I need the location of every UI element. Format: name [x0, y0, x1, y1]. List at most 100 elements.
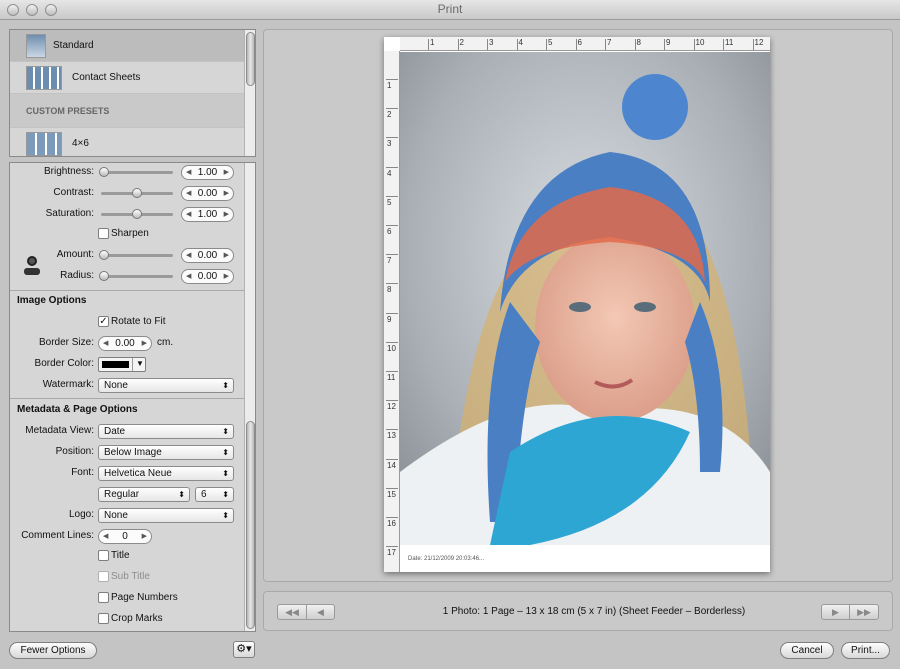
ruler-tick: 9 — [387, 314, 392, 324]
font-label: Font: — [71, 467, 94, 478]
metadata-view-label: Metadata View: — [25, 425, 94, 436]
first-page-button[interactable]: ◀◀ — [277, 604, 307, 620]
saturation-slider[interactable] — [101, 209, 173, 219]
chevron-down-icon: ▼ — [136, 359, 144, 368]
radius-stepper[interactable]: ◀ 0.00 ▶ — [181, 269, 234, 284]
horizontal-ruler: 1 2 3 4 5 6 7 8 9 10 11 12 — [400, 37, 770, 51]
brightness-slider[interactable] — [99, 167, 173, 177]
ruler-tick: 6 — [387, 227, 392, 236]
subtitle-label: Sub Title — [111, 571, 150, 582]
preset-item-standard[interactable]: Standard — [10, 30, 244, 62]
font-style-popup[interactable]: Regular ⬍ — [98, 487, 190, 502]
slider-knob[interactable] — [132, 209, 142, 219]
slider-knob[interactable] — [99, 167, 109, 177]
ruler-tick: 2 — [459, 38, 464, 47]
gear-menu-button[interactable]: ⚙▾ — [233, 641, 255, 658]
ruler-tick: 14 — [387, 460, 396, 470]
ruler-tick: 3 — [387, 139, 392, 149]
border-color-well[interactable]: ▼ — [98, 357, 146, 372]
divider — [10, 398, 244, 399]
updown-arrow-icon: ⬍ — [222, 490, 229, 499]
ruler-tick: 3 — [489, 38, 494, 47]
comment-lines-stepper[interactable]: ◀ 0 ▶ — [98, 529, 152, 544]
title-bar: Print — [0, 0, 900, 20]
next-page-button[interactable]: ▶ — [821, 604, 850, 620]
print-button[interactable]: Print... — [841, 642, 890, 659]
contact-sheets-icon — [26, 66, 62, 90]
sharpen-checkbox[interactable] — [98, 228, 109, 239]
ruler-tick: 2 — [387, 110, 392, 120]
cancel-button[interactable]: Cancel — [780, 642, 834, 659]
updown-arrow-icon: ⬍ — [222, 427, 229, 436]
ruler-tick: 8 — [636, 38, 641, 47]
section-label: CUSTOM PRESETS — [26, 106, 110, 116]
ruler-tick: 4 — [518, 38, 523, 47]
preset-label: Contact Sheets — [72, 72, 141, 83]
watermark-value: None — [104, 380, 128, 391]
rotate-to-fit-checkbox[interactable]: ✓ — [98, 316, 109, 327]
crop-marks-checkbox[interactable] — [98, 613, 109, 624]
slider-knob[interactable] — [132, 188, 142, 198]
font-popup[interactable]: Helvetica Neue ⬍ — [98, 466, 234, 481]
fewer-options-button[interactable]: Fewer Options — [9, 642, 97, 659]
page-numbers-checkbox[interactable] — [98, 592, 109, 603]
close-window-button[interactable] — [7, 4, 19, 16]
logo-value: None — [104, 510, 128, 521]
border-size-unit: cm. — [157, 337, 174, 348]
subtitle-checkbox[interactable] — [98, 571, 109, 582]
ruler-tick: 6 — [577, 38, 582, 47]
ruler-tick: 12 — [387, 402, 396, 412]
slider-knob[interactable] — [99, 250, 109, 260]
preset-item-contact-sheets[interactable]: Contact Sheets — [10, 62, 244, 94]
radius-label: Radius: — [60, 270, 94, 281]
brightness-stepper[interactable]: ◀ 1.00 ▶ — [181, 165, 234, 180]
amount-slider[interactable] — [99, 250, 173, 260]
ruler-tick: 16 — [387, 519, 396, 528]
preset-item-4x6[interactable]: 4×6 — [10, 128, 244, 156]
position-popup[interactable]: Below Image ⬍ — [98, 445, 234, 460]
updown-arrow-icon: ⬍ — [222, 381, 229, 390]
previous-page-button[interactable]: ◀ — [306, 604, 335, 620]
settings-scrollbar[interactable] — [244, 163, 255, 631]
watermark-popup[interactable]: None ⬍ — [98, 378, 234, 393]
zoom-window-button[interactable] — [45, 4, 57, 16]
font-value: Helvetica Neue — [104, 468, 172, 479]
amount-stepper[interactable]: ◀ 0.00 ▶ — [181, 248, 234, 263]
ruler-tick: 4 — [387, 168, 392, 178]
border-color-label: Border Color: — [34, 358, 94, 369]
scroll-thumb[interactable] — [246, 421, 255, 629]
ruler-tick: 12 — [754, 38, 764, 47]
window-title: Print — [437, 2, 463, 16]
title-label: Title — [111, 550, 130, 561]
ruler-tick: 17 — [387, 548, 396, 558]
slider-knob[interactable] — [99, 271, 109, 281]
font-size-popup[interactable]: 6 ⬍ — [195, 487, 234, 502]
custom-presets-header: CUSTOM PRESETS — [10, 94, 244, 128]
ruler-tick: 15 — [387, 489, 396, 499]
ruler-tick: 13 — [387, 431, 396, 441]
metadata-caption: Date: 21/12/2009 20:03:46... — [408, 556, 485, 562]
vertical-ruler: 1 2 3 4 5 6 7 8 9 10 11 12 13 14 15 16 17 — [384, 51, 400, 572]
page-info: 1 Photo: 1 Page – 13 x 18 cm (5 x 7 in) … — [442, 606, 746, 617]
color-swatch — [102, 361, 129, 368]
contrast-stepper[interactable]: ◀ 0.00 ▶ — [181, 186, 234, 201]
title-checkbox[interactable] — [98, 550, 109, 561]
border-size-stepper[interactable]: ◀ 0.00 ▶ — [98, 336, 152, 351]
minimize-window-button[interactable] — [26, 4, 38, 16]
ruler-tick: 10 — [387, 343, 396, 353]
logo-popup[interactable]: None ⬍ — [98, 508, 234, 523]
saturation-stepper[interactable]: ◀ 1.00 ▶ — [181, 207, 234, 222]
last-page-button[interactable]: ▶▶ — [849, 604, 879, 620]
presets-scrollbar[interactable] — [244, 30, 255, 156]
contrast-slider[interactable] — [101, 188, 173, 198]
ruler-tick: 9 — [666, 38, 671, 47]
scroll-thumb[interactable] — [246, 32, 255, 86]
rotate-to-fit-label: Rotate to Fit — [111, 316, 166, 327]
updown-arrow-icon: ⬍ — [222, 511, 229, 520]
ruler-tick: 1 — [430, 38, 435, 47]
metadata-view-popup[interactable]: Date ⬍ — [98, 424, 234, 439]
saturation-value: 1.00 — [197, 209, 218, 220]
brightness-label: Brightness: — [43, 166, 94, 177]
4x6-preset-icon — [26, 132, 62, 156]
radius-slider[interactable] — [99, 271, 173, 281]
